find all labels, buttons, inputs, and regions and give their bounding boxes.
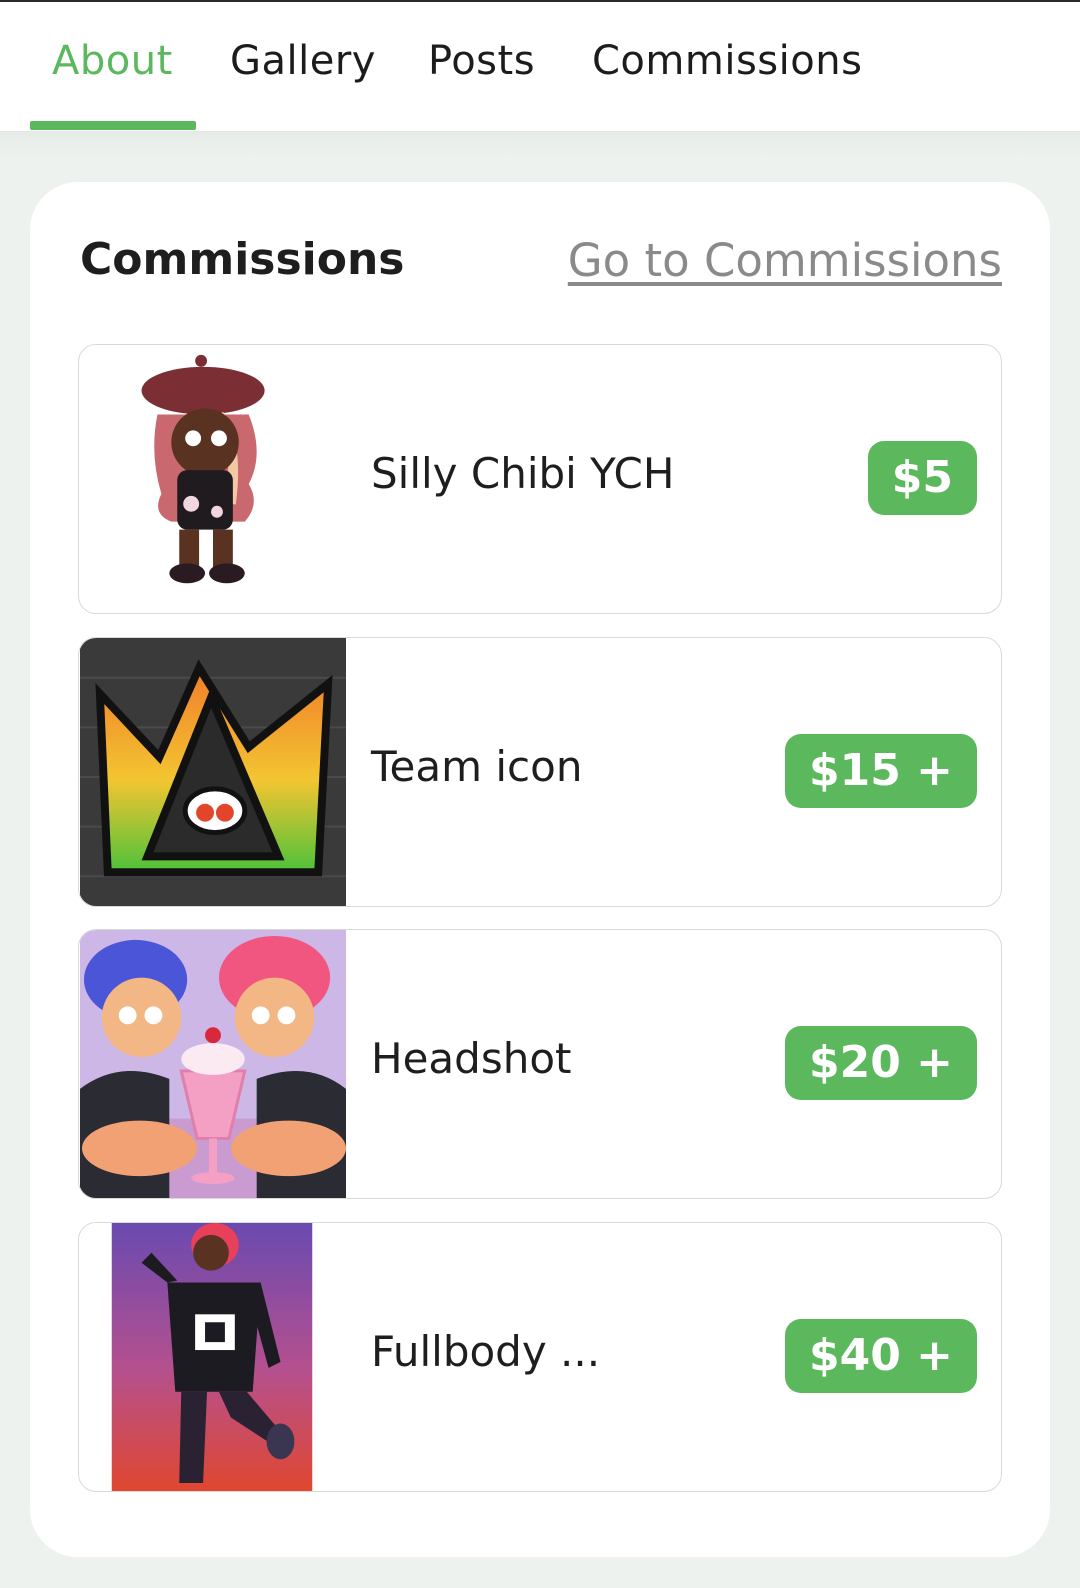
profile-tab-bar: About Gallery Posts Commissions	[0, 2, 1080, 132]
tab-commissions[interactable]: Commissions	[592, 38, 862, 84]
fullbody-thumbnail-image	[111, 1223, 313, 1491]
team-icon-thumbnail-image	[79, 638, 347, 906]
commission-item[interactable]: Headshot $20 +	[78, 929, 1002, 1199]
commission-item[interactable]: Silly Chibi YCH $5	[78, 344, 1002, 614]
tab-posts[interactable]: Posts	[428, 38, 535, 84]
headshot-thumbnail-image	[79, 930, 347, 1198]
commissions-card: Commissions Go to Commissions Silly Chib…	[30, 182, 1050, 1557]
commission-item[interactable]: Team icon $15 +	[78, 637, 1002, 907]
tabbar-shadow	[0, 132, 1080, 158]
commission-name: Fullbody ...	[371, 1327, 601, 1376]
tab-gallery[interactable]: Gallery	[230, 38, 376, 84]
commission-item[interactable]: Fullbody ... $40 +	[78, 1222, 1002, 1492]
commission-name: Headshot	[371, 1034, 572, 1083]
tab-about[interactable]: About	[52, 38, 173, 84]
active-tab-indicator	[30, 121, 196, 130]
go-to-commissions-link[interactable]: Go to Commissions	[568, 234, 1002, 287]
commission-name: Silly Chibi YCH	[371, 449, 675, 498]
section-title: Commissions	[80, 234, 405, 285]
price-badge: $5	[867, 441, 977, 515]
price-badge: $15 +	[784, 734, 977, 808]
chibi-thumbnail-image	[79, 345, 347, 613]
commission-name: Team icon	[371, 742, 583, 791]
price-badge: $40 +	[784, 1319, 977, 1393]
price-badge: $20 +	[784, 1026, 977, 1100]
